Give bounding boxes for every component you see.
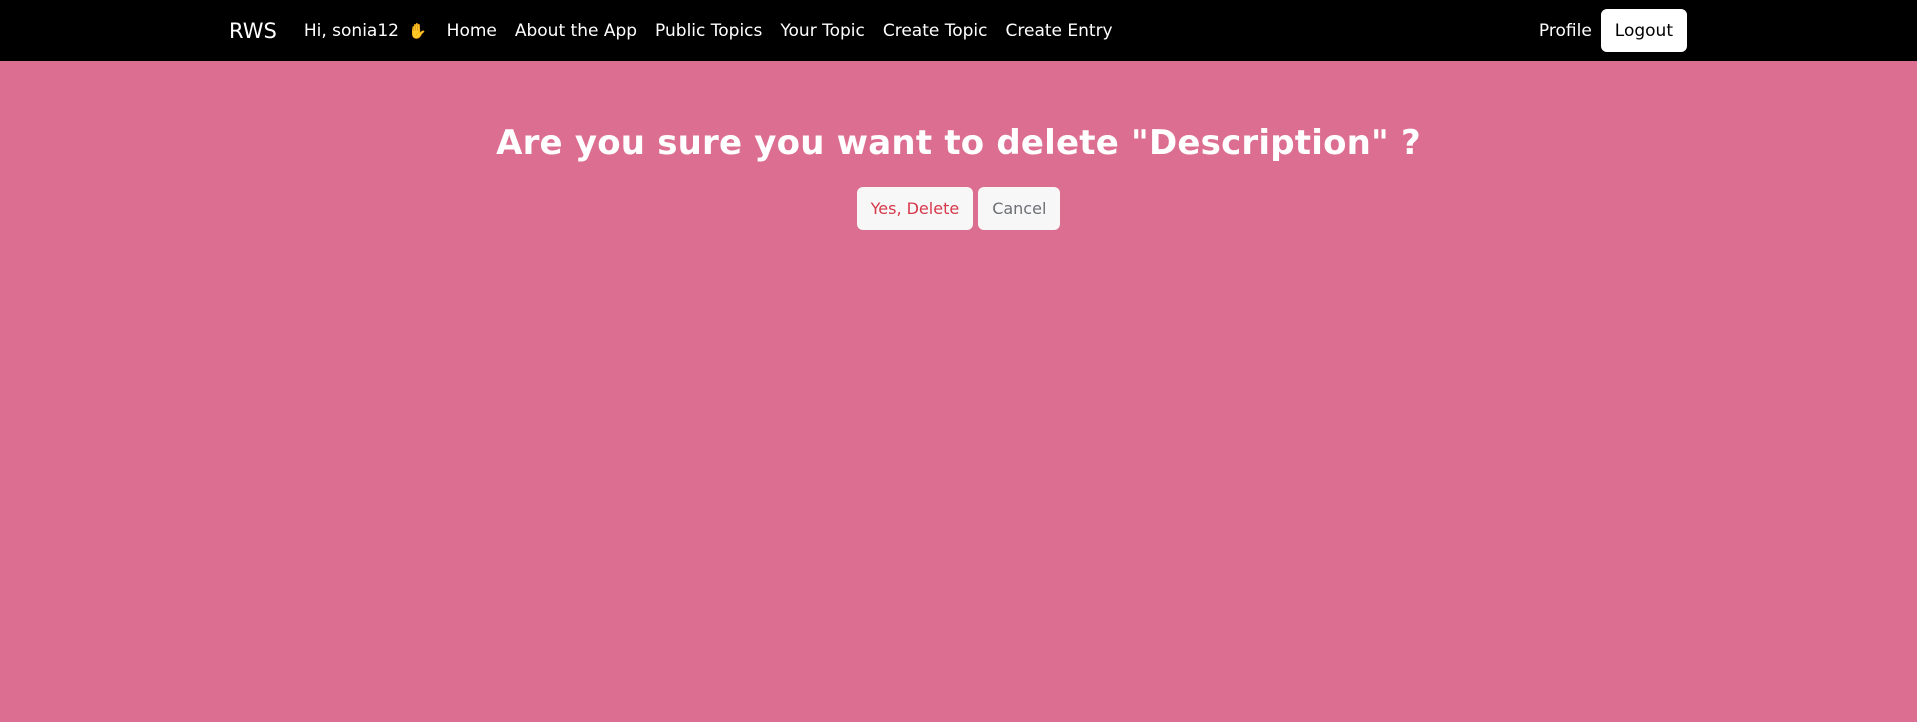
navbar-container: RWS Hi, sonia12 ✋ Home About the App Pub…	[229, 0, 1687, 61]
nav-public-topics[interactable]: Public Topics	[655, 21, 762, 41]
cancel-button[interactable]: Cancel	[978, 187, 1061, 230]
nav-create-entry[interactable]: Create Entry	[1006, 21, 1113, 41]
nav-profile[interactable]: Profile	[1539, 21, 1592, 41]
confirm-delete-title: Are you sure you want to delete "Descrip…	[496, 123, 1421, 163]
nav-home[interactable]: Home	[447, 21, 497, 41]
logout-button[interactable]: Logout	[1600, 9, 1687, 52]
greeting-text: Hi, sonia12	[303, 20, 399, 41]
nav-create-topic[interactable]: Create Topic	[883, 21, 988, 41]
top-navbar: RWS Hi, sonia12 ✋ Home About the App Pub…	[0, 0, 1917, 61]
nav-about[interactable]: About the App	[515, 21, 637, 41]
user-greeting: Hi, sonia12 ✋	[304, 21, 427, 41]
brand-link[interactable]: RWS	[229, 19, 277, 43]
delete-confirmation: Are you sure you want to delete "Descrip…	[0, 61, 1917, 230]
confirm-actions: Yes, Delete Cancel	[0, 187, 1917, 230]
waving-hand-icon: ✋	[407, 21, 427, 40]
confirm-delete-button[interactable]: Yes, Delete	[856, 187, 974, 230]
nav-your-topic[interactable]: Your Topic	[780, 21, 864, 41]
